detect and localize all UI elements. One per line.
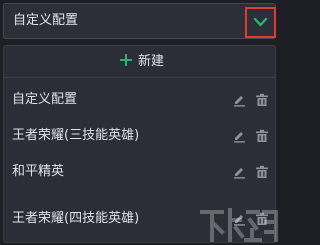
list-item-config[interactable]: 王者荣耀(三技能英雄) [4,118,275,154]
pencil-icon[interactable] [232,93,246,107]
selected-config-label: 自定义配置 [13,13,79,28]
new-config-label: 新建 [138,54,165,69]
list-item-config[interactable]: 和平精英 [4,154,275,190]
trash-icon[interactable] [255,93,269,107]
pencil-icon[interactable] [232,165,246,179]
config-item-label: 王者荣耀(三技能英雄) [12,128,140,143]
watermark-logo [200,208,278,242]
pencil-icon[interactable] [232,129,246,143]
dropdown-toggle-button[interactable] [245,7,276,38]
plus-icon [120,54,132,66]
list-item-config[interactable]: 自定义配置 [4,82,275,118]
config-selector: 自定义配置 新建 自定义配置 王者荣耀(三技能英雄) 和平精英 王者荣耀(四技能… [0,0,282,245]
config-select[interactable]: 自定义配置 [3,3,276,39]
config-item-label: 自定义配置 [12,92,78,107]
new-config-content: 新建 [120,46,164,78]
trash-icon[interactable] [255,129,269,143]
config-item-label: 和平精英 [12,164,65,179]
config-item-label: 王者荣耀(四技能英雄) [12,211,140,226]
trash-icon[interactable] [255,165,269,179]
new-config-button[interactable]: 新建 [4,46,275,78]
chevron-down-icon [253,17,268,27]
